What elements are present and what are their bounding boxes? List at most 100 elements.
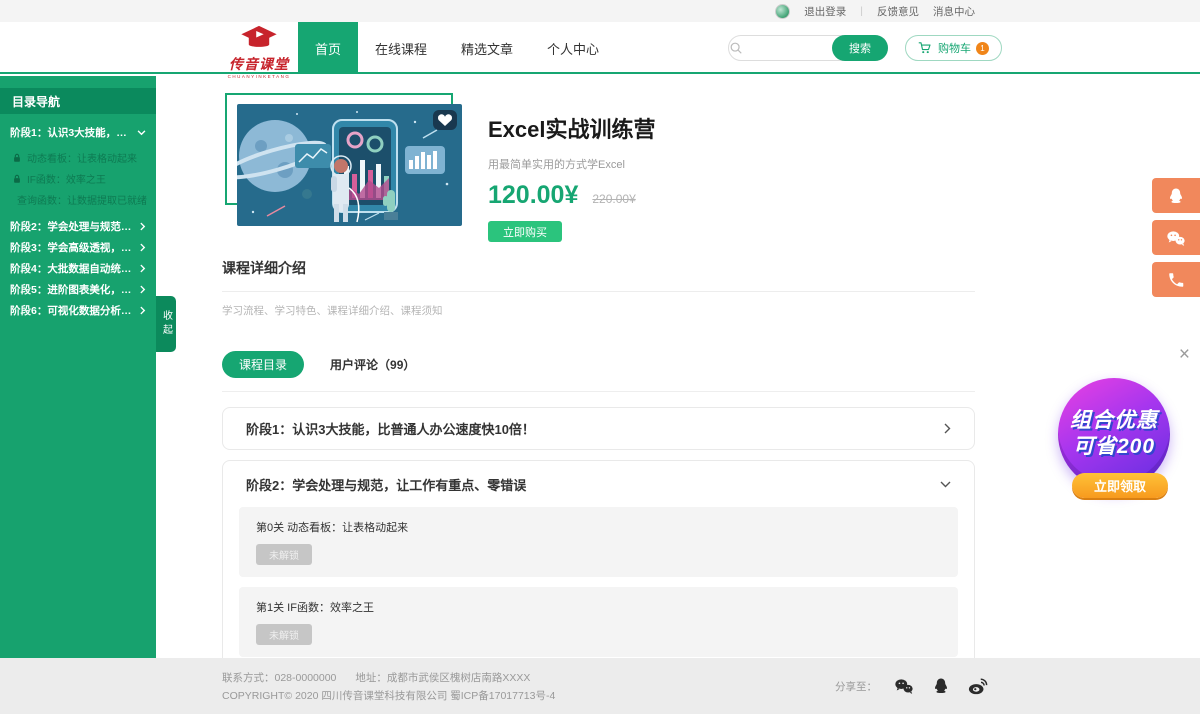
qq-contact-button[interactable] xyxy=(1152,178,1200,213)
qq-icon xyxy=(1166,186,1186,206)
user-avatar[interactable] xyxy=(775,4,790,19)
qq-icon xyxy=(931,676,951,696)
nav-item-articles[interactable]: 精选文章 xyxy=(444,22,530,74)
sidebar-stage-1[interactable]: 阶段1：认识3大技能，比普通人... xyxy=(0,122,156,143)
course-title: Excel实战训练营 xyxy=(488,112,656,144)
sidebar-collapse-tab[interactable]: 收起 xyxy=(156,296,176,352)
cart-icon xyxy=(918,41,933,55)
footer-contact: 联系方式：028-0000000 xyxy=(222,672,336,684)
topbar: 退出登录 | 反馈意见 消息中心 xyxy=(0,0,1200,22)
chevron-right-icon xyxy=(944,423,951,434)
logo-title: 传音课堂 xyxy=(224,54,294,74)
price-row: 120.00¥ 220.00¥ xyxy=(488,181,656,210)
search-icon xyxy=(729,41,743,55)
weibo-share-button[interactable] xyxy=(967,676,989,696)
course-info: Excel实战训练营 用最简单实用的方式学Excel 120.00¥ 220.0… xyxy=(488,112,656,242)
cart-badge: 1 xyxy=(976,42,989,55)
sidebar-lesson-2[interactable]: IF函数：效率之王 xyxy=(0,168,156,189)
catalog-sidebar: 目录导航 阶段1：认识3大技能，比普通人... 动态看板：让表格动起来 IF xyxy=(0,76,156,658)
chevron-down-icon xyxy=(137,130,146,136)
wechat-icon xyxy=(1165,228,1187,248)
promo-line-2: 可省200 xyxy=(1073,434,1155,460)
wechat-icon xyxy=(893,676,915,696)
sidebar-lesson-1[interactable]: 动态看板：让表格动起来 xyxy=(0,147,156,168)
sidebar-stage-2[interactable]: 阶段2：学会处理与规范，让工作... xyxy=(0,216,156,237)
sidebar-lesson-label: 动态看板：让表格动起来 xyxy=(27,150,137,165)
nav-item-profile[interactable]: 个人中心 xyxy=(530,22,616,74)
buy-now-button[interactable]: 立即购买 xyxy=(488,221,562,242)
message-center-link[interactable]: 消息中心 xyxy=(933,4,975,19)
topbar-divider: | xyxy=(860,5,863,17)
detail-heading: 课程详细介绍 xyxy=(222,258,975,278)
chevron-right-icon xyxy=(140,243,146,252)
accordion-stage-2: 阶段2：学会处理与规范，让工作有重点、零错误 第0关 动态看板：让表格动起来 未… xyxy=(222,460,975,674)
footer-info: 联系方式：028-0000000 地址：成都市武侯区槐树店南路XXXX COPY… xyxy=(222,669,555,705)
accordion-stage-1-title: 阶段1：认识3大技能，比普通人办公速度快10倍！ xyxy=(246,419,535,438)
search-input[interactable] xyxy=(749,38,833,58)
logo[interactable]: 传音课堂 CHUANYINKETANG xyxy=(224,25,294,79)
chevron-right-icon xyxy=(140,306,146,315)
lesson-title: 第0关 动态看板：让表格动起来 xyxy=(256,519,941,535)
sidebar-lesson-label: 查询函数：让数据提取已就绪 xyxy=(17,192,147,207)
course-original-price: 220.00¥ xyxy=(592,192,635,206)
main-nav: 首页 在线课程 精选文章 个人中心 xyxy=(298,22,616,74)
course-illustration xyxy=(237,104,462,226)
sidebar-stage-label: 阶段3：学会高级透视，拥有同时... xyxy=(10,240,136,255)
chevron-down-icon xyxy=(940,481,951,488)
claim-coupon-button[interactable]: 立即领取 xyxy=(1072,473,1168,498)
logout-link[interactable]: 退出登录 xyxy=(804,4,846,19)
phone-icon xyxy=(1167,271,1185,289)
cart-button[interactable]: 购物车 1 xyxy=(905,35,1002,61)
course-header: Excel实战训练营 用最简单实用的方式学Excel 120.00¥ 220.0… xyxy=(222,76,975,243)
course-subtitle: 用最简单实用的方式学Excel xyxy=(488,156,656,172)
nav-item-home[interactable]: 首页 xyxy=(298,22,358,74)
lesson-title: 第1关 IF函数：效率之王 xyxy=(256,599,941,615)
sidebar-stage-4[interactable]: 阶段4：大批数据自动统计分析，... xyxy=(0,258,156,279)
sidebar-stage-label: 阶段2：学会处理与规范，让工作... xyxy=(10,219,136,234)
accordion-stage-2-title: 阶段2：学会处理与规范，让工作有重点、零错误 xyxy=(246,475,526,494)
page: 退出登录 | 反馈意见 消息中心 传音课堂 CHUANYINKETANG 首页 … xyxy=(0,0,1200,714)
share-label: 分享至： xyxy=(835,679,877,694)
logo-cap-icon xyxy=(237,25,281,51)
tabs-bar: 课程目录 用户评论（99） xyxy=(222,351,975,392)
sidebar-lesson-3[interactable]: 查询函数：让数据提取已就绪 xyxy=(0,189,156,210)
tab-comments[interactable]: 用户评论（99） xyxy=(330,356,415,373)
accordion-stage-1[interactable]: 阶段1：认识3大技能，比普通人办公速度快10倍！ xyxy=(222,407,975,450)
qq-share-button[interactable] xyxy=(931,676,951,696)
promo-widget: × 组合优惠 可省200 立即领取 xyxy=(1040,345,1200,505)
sidebar-stage-label: 阶段6：可视化数据分析，帮老板... xyxy=(10,303,136,318)
chevron-right-icon xyxy=(140,285,146,294)
course-price: 120.00¥ xyxy=(488,181,578,210)
close-icon[interactable]: × xyxy=(1179,345,1190,364)
lesson-status-badge: 未解锁 xyxy=(256,544,312,565)
sidebar-stage-6[interactable]: 阶段6：可视化数据分析，帮老板... xyxy=(0,300,156,321)
divider xyxy=(222,291,975,292)
footer-address: 地址：成都市武侯区槐树店南路XXXX xyxy=(355,672,530,684)
lock-icon xyxy=(12,153,22,163)
sidebar-stage-label: 阶段4：大批数据自动统计分析，... xyxy=(10,261,136,276)
wechat-contact-button[interactable] xyxy=(1152,220,1200,255)
sidebar-stage-3[interactable]: 阶段3：学会高级透视，拥有同时... xyxy=(0,237,156,258)
feedback-link[interactable]: 反馈意见 xyxy=(877,4,919,19)
search-button[interactable]: 搜索 xyxy=(832,35,888,61)
nav-item-courses[interactable]: 在线课程 xyxy=(358,22,444,74)
lesson-row-1[interactable]: 第1关 IF函数：效率之王 未解锁 xyxy=(239,587,958,657)
promo-line-1: 组合优惠 xyxy=(1070,408,1158,434)
lock-icon xyxy=(12,174,22,184)
lesson-status-badge: 未解锁 xyxy=(256,624,312,645)
lesson-row-0[interactable]: 第0关 动态看板：让表格动起来 未解锁 xyxy=(239,507,958,577)
chevron-right-icon xyxy=(140,264,146,273)
phone-contact-button[interactable] xyxy=(1152,262,1200,297)
main-content: Excel实战训练营 用最简单实用的方式学Excel 120.00¥ 220.0… xyxy=(222,76,975,674)
tab-catalog[interactable]: 课程目录 xyxy=(222,351,304,378)
sidebar-lessons: 动态看板：让表格动起来 IF函数：效率之王 查询函数：让数据提取已就绪 xyxy=(0,147,156,210)
wechat-share-button[interactable] xyxy=(893,676,915,696)
sidebar-title: 目录导航 xyxy=(0,88,156,114)
course-thumbnail xyxy=(237,104,462,226)
sidebar-stage-5[interactable]: 阶段5：进阶图表美化，让汇报一... xyxy=(0,279,156,300)
cart-label: 购物车 xyxy=(938,40,971,56)
weibo-icon xyxy=(967,676,989,696)
accordion-stage-2-header[interactable]: 阶段2：学会处理与规范，让工作有重点、零错误 xyxy=(223,461,974,507)
sidebar-stage-label: 阶段1：认识3大技能，比普通人... xyxy=(10,125,133,140)
footer-copyright: COPYRIGHT© 2020 四川传音课堂科技有限公司 蜀ICP备170177… xyxy=(222,687,555,705)
